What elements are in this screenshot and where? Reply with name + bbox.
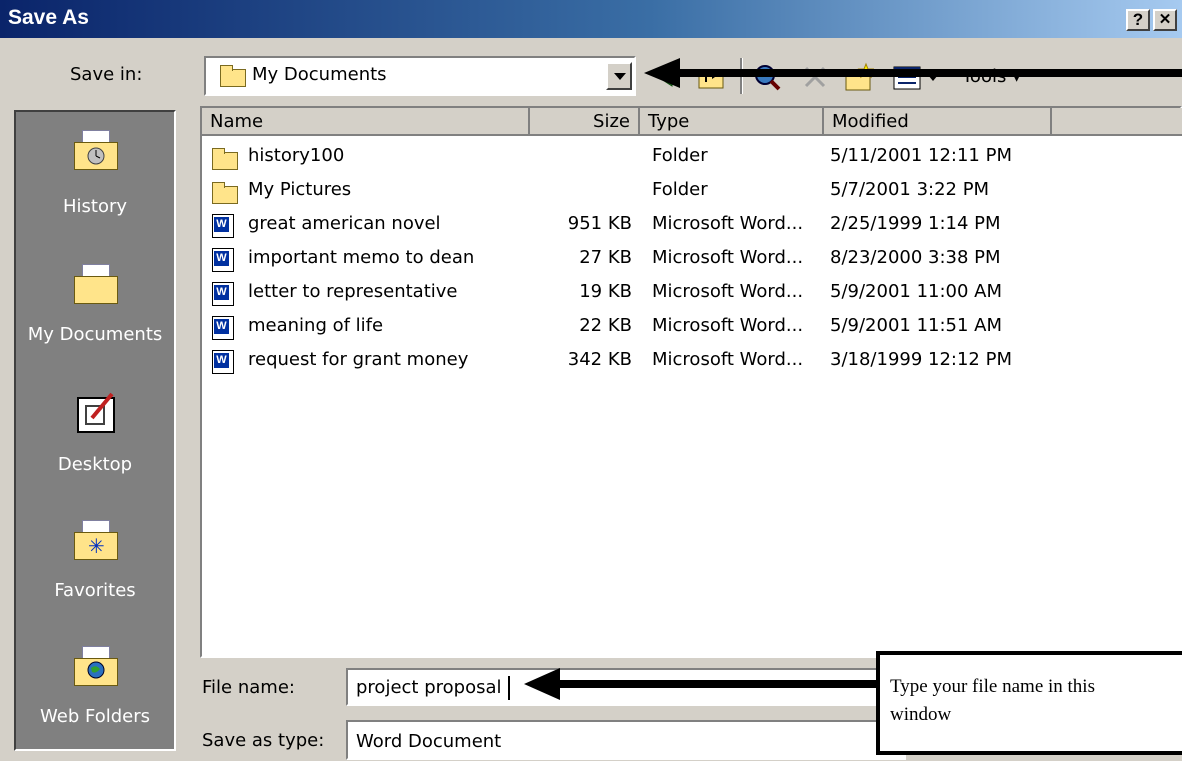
- annotation-arrow-save-in: [670, 69, 1182, 77]
- annotation-arrow-file-name: [556, 680, 878, 688]
- place-label: Desktop: [57, 454, 133, 475]
- save-in-combo[interactable]: My Documents: [204, 56, 636, 96]
- file-name: letter to representative: [248, 281, 458, 302]
- file-row[interactable]: Wimportant memo to dean 27 KB Microsoft Wo…: [202, 244, 1182, 276]
- history-icon: [74, 130, 118, 170]
- my-documents-icon: [74, 264, 118, 304]
- file-row[interactable]: Wmeaning of life 22 KB Microsoft Word... 5/…: [202, 312, 1182, 344]
- file-modified: 5/11/2001 12:11 PM: [830, 145, 1012, 166]
- place-label: Web Folders: [40, 706, 150, 727]
- save-in-dropdown-button[interactable]: [606, 62, 632, 90]
- save-in-label: Save in:: [70, 64, 143, 85]
- file-name-value: project proposal: [356, 677, 502, 698]
- place-label: My Documents: [27, 324, 163, 345]
- web-folders-icon: [74, 646, 118, 686]
- save-in-value: My Documents: [252, 64, 387, 85]
- file-type: Microsoft Word...: [652, 349, 804, 370]
- file-type: Folder: [652, 179, 708, 200]
- file-modified: 5/7/2001 3:22 PM: [830, 179, 990, 200]
- file-name-label: File name:: [202, 677, 295, 698]
- close-button[interactable]: ✕: [1153, 9, 1177, 31]
- create-new-folder-icon[interactable]: [844, 62, 875, 92]
- file-list: Name Size Type Modified history100 Folder…: [202, 108, 1182, 654]
- file-row[interactable]: Wgreat american novel 951 KB Microsoft Wor…: [202, 210, 1182, 242]
- help-button[interactable]: ?: [1126, 9, 1150, 31]
- file-modified: 5/9/2001 11:51 AM: [830, 315, 1003, 336]
- places-bar: History My Documents Desktop ✳ Favorites: [14, 110, 176, 751]
- word-document-icon: W: [212, 248, 234, 272]
- favorites-icon: ✳: [74, 520, 118, 560]
- file-modified: 2/25/1999 1:14 PM: [830, 213, 1001, 234]
- delete-icon[interactable]: [800, 62, 830, 92]
- file-name: meaning of life: [248, 315, 384, 336]
- desktop-icon: [74, 392, 118, 433]
- file-row[interactable]: Wletter to representative 19 KB Microsoft …: [202, 278, 1182, 310]
- file-name: important memo to dean: [248, 247, 475, 268]
- save-as-type-select[interactable]: Word Document: [346, 720, 906, 760]
- word-document-icon: W: [212, 316, 234, 340]
- file-size: 342 KB: [567, 349, 632, 370]
- file-size: 22 KB: [579, 315, 632, 336]
- file-type: Microsoft Word...: [652, 281, 804, 302]
- column-header-modified[interactable]: Modified: [824, 108, 1052, 136]
- views-icon[interactable]: [892, 62, 942, 92]
- save-as-dialog: Save As ? ✕ Save in: My Documents Tools …: [0, 0, 1182, 761]
- file-modified: 3/18/1999 12:12 PM: [830, 349, 1012, 370]
- column-header-blank: [1052, 108, 1182, 136]
- word-document-icon: W: [212, 214, 234, 238]
- file-size: 19 KB: [579, 281, 632, 302]
- folder-icon: [212, 182, 238, 204]
- column-header-type[interactable]: Type: [640, 108, 824, 136]
- file-modified: 8/23/2000 3:38 PM: [830, 247, 1001, 268]
- file-name: My Pictures: [248, 179, 352, 200]
- file-size: 27 KB: [579, 247, 632, 268]
- folder-icon: [212, 148, 238, 170]
- folder-icon: [220, 65, 246, 87]
- instruction-callout: Type your file name in this window: [876, 651, 1182, 755]
- column-header-size[interactable]: Size: [530, 108, 640, 136]
- up-one-level-icon[interactable]: [696, 62, 726, 92]
- column-header-name[interactable]: Name: [202, 108, 530, 136]
- file-name: great american novel: [248, 213, 441, 234]
- save-as-type-value: Word Document: [356, 731, 502, 752]
- file-row[interactable]: Wrequest for grant money 342 KB Microsoft …: [202, 346, 1182, 378]
- annotation-arrowhead: [644, 58, 680, 88]
- search-the-web-icon[interactable]: [752, 62, 782, 92]
- file-type: Folder: [652, 145, 708, 166]
- dialog-title: Save As: [8, 6, 89, 29]
- callout-line-1: Type your file name in this: [890, 676, 1095, 697]
- file-size: 951 KB: [567, 213, 632, 234]
- callout-line-2: window: [890, 704, 952, 725]
- place-label: History: [62, 196, 128, 217]
- file-row[interactable]: My Pictures Folder 5/7/2001 3:22 PM: [202, 176, 1182, 208]
- file-modified: 5/9/2001 11:00 AM: [830, 281, 1003, 302]
- text-cursor: [508, 676, 510, 700]
- title-bar: Save As ? ✕: [0, 0, 1182, 38]
- word-document-icon: W: [212, 350, 234, 374]
- place-label: Favorites: [54, 580, 136, 601]
- file-row[interactable]: history100 Folder 5/11/2001 12:11 PM: [202, 142, 1182, 174]
- save-as-type-label: Save as type:: [202, 730, 325, 751]
- word-document-icon: W: [212, 282, 234, 306]
- file-name: request for grant money: [248, 349, 469, 370]
- file-type: Microsoft Word...: [652, 247, 804, 268]
- file-type: Microsoft Word...: [652, 213, 804, 234]
- file-type: Microsoft Word...: [652, 315, 804, 336]
- annotation-arrowhead: [524, 668, 560, 700]
- file-name: history100: [248, 145, 345, 166]
